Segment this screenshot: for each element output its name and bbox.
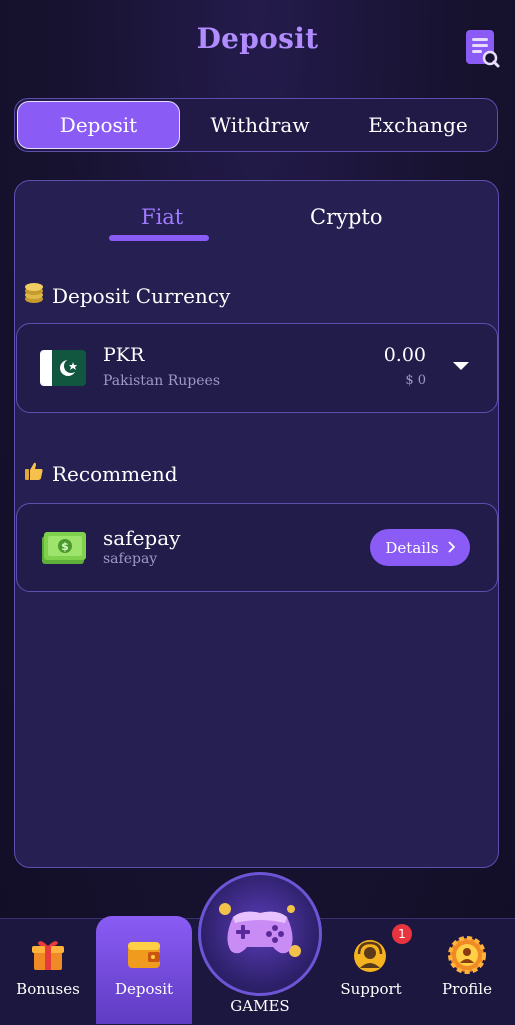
- transaction-tabs: Deposit Withdraw Exchange: [14, 98, 498, 152]
- wallet-icon: [126, 938, 162, 976]
- gamepad-icon: [219, 901, 301, 965]
- svg-text:$: $: [61, 540, 69, 553]
- support-agent-icon: [351, 938, 389, 978]
- active-subtab-indicator: [109, 235, 209, 241]
- section-label: Deposit Currency: [52, 283, 231, 308]
- details-label: Details: [385, 538, 439, 557]
- gift-icon: [30, 936, 66, 976]
- nav-item-deposit[interactable]: Deposit: [96, 918, 192, 1024]
- nav-item-bonuses[interactable]: Bonuses: [0, 918, 96, 1024]
- order-search-icon[interactable]: [464, 28, 500, 68]
- subtab-fiat[interactable]: Fiat: [141, 205, 183, 229]
- nav-label: Profile: [442, 980, 492, 998]
- nav-item-games[interactable]: GAMES: [198, 872, 322, 1015]
- nav-label: Support: [340, 980, 402, 998]
- currency-select[interactable]: [16, 323, 498, 413]
- chevron-down-icon[interactable]: [453, 362, 469, 370]
- recommend-heading: Recommend: [24, 461, 178, 486]
- deposit-currency-heading: Deposit Currency: [24, 282, 230, 309]
- nav-item-profile[interactable]: Profile: [419, 918, 515, 1024]
- nav-label: Deposit: [114, 980, 174, 998]
- pakistan-flag-icon: [40, 350, 86, 386]
- section-label: Recommend: [52, 461, 178, 486]
- payment-method-name: safepay: [103, 526, 181, 550]
- currency-amount: 0.00: [383, 344, 426, 366]
- notification-badge: 1: [392, 924, 412, 944]
- chevron-right-icon: [447, 539, 455, 557]
- details-button[interactable]: Details: [370, 529, 470, 566]
- tab-exchange[interactable]: Exchange: [343, 101, 493, 149]
- currency-name: Pakistan Rupees: [103, 373, 220, 389]
- nav-label: GAMES: [230, 997, 290, 1015]
- payment-method-subtitle: safepay: [103, 551, 158, 567]
- tab-deposit[interactable]: Deposit: [17, 101, 180, 149]
- profile-gear-icon: [448, 936, 486, 978]
- subtab-crypto[interactable]: Crypto: [310, 205, 383, 229]
- page-title: Deposit: [196, 22, 319, 55]
- cash-icon: $: [40, 528, 86, 568]
- thumbs-up-icon: [24, 461, 44, 486]
- nav-label: Bonuses: [16, 980, 80, 998]
- tab-withdraw[interactable]: Withdraw: [185, 101, 335, 149]
- coins-icon: [24, 282, 44, 309]
- currency-usd-value: $ 0: [405, 373, 426, 388]
- currency-code: PKR: [103, 344, 145, 366]
